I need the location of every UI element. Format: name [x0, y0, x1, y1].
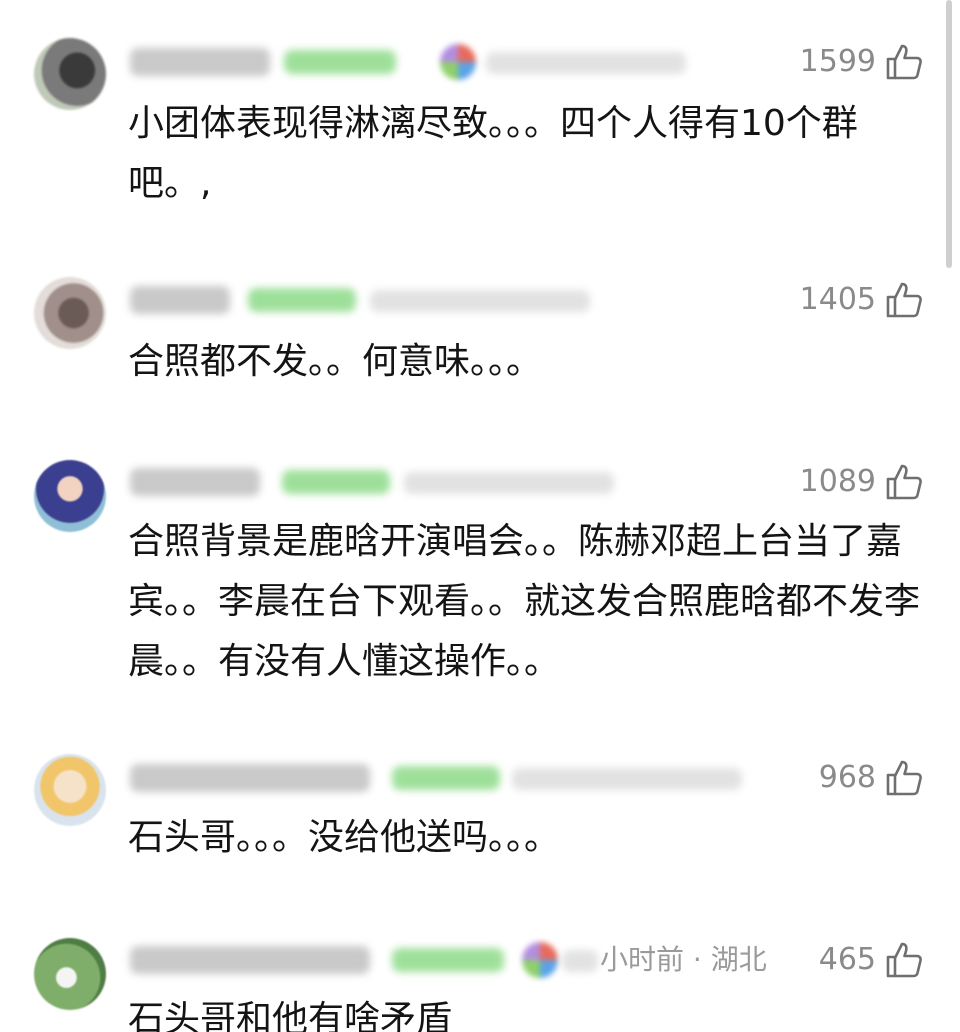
like-count: 465	[818, 942, 876, 977]
like-button[interactable]: 1405	[800, 278, 924, 322]
avatar[interactable]	[34, 754, 106, 826]
avatar[interactable]	[34, 938, 106, 1010]
thumbs-up-icon	[886, 942, 922, 978]
timestamp-blurred	[512, 768, 742, 790]
like-count: 968	[818, 760, 876, 795]
like-button[interactable]: 1089	[800, 460, 924, 504]
timestamp-blurred	[370, 290, 590, 312]
thumbs-up-icon	[886, 760, 922, 796]
medal-icon	[522, 942, 558, 978]
like-button[interactable]: 968	[819, 756, 924, 800]
comment-text: 合照背景是鹿晗开演唱会。。陈赫邓超上台当了嘉宾。。李晨在台下观看。。就这发合照鹿…	[128, 521, 921, 682]
username-blurred[interactable]	[130, 48, 270, 76]
like-count: 1405	[799, 282, 876, 317]
username-blurred[interactable]	[130, 468, 260, 496]
comment-text: 石头哥和他有啥矛盾	[128, 999, 453, 1032]
comment-text: 合照都不发。。何意味。。。	[128, 341, 543, 382]
like-button[interactable]: 1599	[800, 40, 924, 84]
avatar[interactable]	[34, 38, 106, 110]
username-blurred[interactable]	[130, 764, 370, 792]
avatar[interactable]	[34, 460, 106, 532]
like-count: 1089	[799, 464, 876, 499]
comment-meta	[130, 462, 730, 502]
like-button[interactable]: 465	[819, 938, 924, 982]
comment-text: 小团体表现得淋漓尽致。。。四个人得有10个群吧。,	[128, 103, 858, 204]
comment-list: 1599 小团体表现得淋漓尽致。。。四个人得有10个群吧。, 1405 合照都不…	[0, 0, 960, 1032]
comment-text: 石头哥。。。没给他送吗。。。	[128, 817, 561, 858]
comment-meta	[130, 42, 730, 82]
avatar[interactable]	[34, 277, 106, 349]
fan-badge-blurred	[392, 766, 500, 790]
fan-badge-blurred	[282, 470, 390, 494]
fan-badge-blurred	[248, 288, 356, 312]
like-count: 1599	[799, 44, 876, 79]
username-blurred[interactable]	[130, 286, 230, 314]
thumbs-up-icon	[886, 44, 922, 80]
medal-icon	[440, 44, 476, 80]
comment-meta	[130, 758, 770, 798]
fan-badge-blurred	[284, 50, 396, 74]
timestamp-blurred	[404, 472, 614, 494]
thumbs-up-icon	[886, 282, 922, 318]
scrollbar-thumb[interactable]	[946, 0, 952, 268]
thumbs-up-icon	[886, 464, 922, 500]
comment-meta	[130, 280, 730, 320]
username-blurred[interactable]	[130, 946, 370, 974]
location-text: 小时前 · 湖北	[600, 943, 767, 976]
timestamp-blurred	[562, 950, 598, 972]
fan-badge-blurred	[392, 948, 504, 972]
comment-meta: 小时前 · 湖北	[130, 940, 790, 980]
timestamp-blurred	[486, 52, 686, 74]
